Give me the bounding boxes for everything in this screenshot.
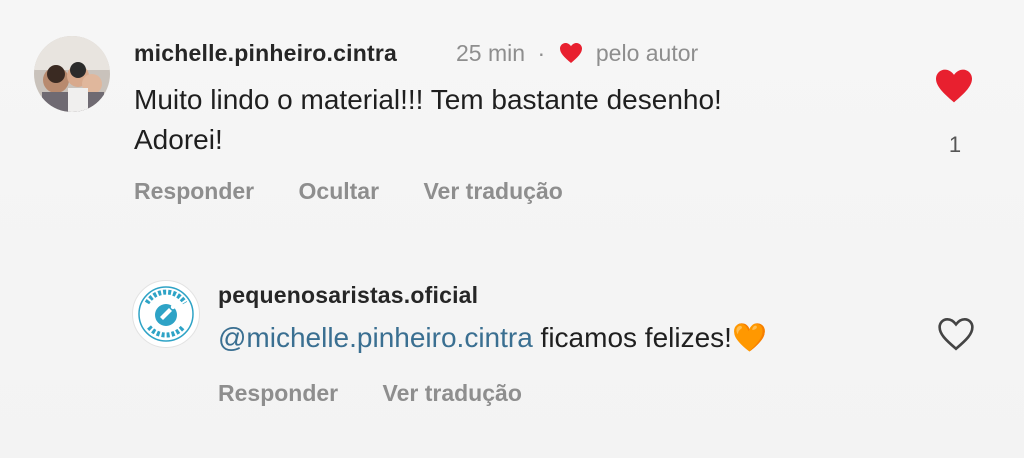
comment-text: Muito lindo o material!!! Tem bastante d… xyxy=(134,80,722,160)
translate-button[interactable]: Ver tradução xyxy=(383,380,522,406)
comment: michelle.pinheiro.cintra 25 min · pelo a… xyxy=(0,0,1024,240)
comment-text-line: Adorei! xyxy=(134,124,223,155)
avatar-photo xyxy=(34,36,110,112)
comment-text-line: Muito lindo o material!!! Tem bastante d… xyxy=(134,84,722,115)
reply-avatar[interactable] xyxy=(132,280,200,348)
reply-button[interactable]: Responder xyxy=(218,380,338,406)
reply-comment: pequenosaristas.oficial @michelle.pinhei… xyxy=(0,240,1024,458)
reply-text-content: ficamos felizes! xyxy=(532,322,732,353)
reply-text: @michelle.pinheiro.cintra ficamos felize… xyxy=(218,318,767,358)
reply-button[interactable]: Responder xyxy=(134,178,254,204)
translate-button[interactable]: Ver tradução xyxy=(423,178,562,204)
mention-link[interactable]: @michelle.pinheiro.cintra xyxy=(218,322,533,353)
comment-time: 25 min xyxy=(456,40,526,66)
like-heart-icon[interactable] xyxy=(934,68,974,109)
user-avatar[interactable] xyxy=(34,36,110,112)
comment-meta: 25 min · pelo autor xyxy=(456,40,698,70)
comment-actions: Responder Ocultar Ver tradução xyxy=(134,178,601,205)
reply-actions: Responder Ver tradução xyxy=(218,380,560,407)
orange-heart-emoji: 🧡 xyxy=(731,322,767,353)
pequenos-artistas-logo-icon xyxy=(135,283,197,345)
comment-username[interactable]: michelle.pinheiro.cintra xyxy=(134,40,397,67)
separator-dot: · xyxy=(537,40,546,66)
hide-button[interactable]: Ocultar xyxy=(299,178,380,204)
like-heart-outline-icon[interactable] xyxy=(936,316,976,357)
reply-username[interactable]: pequenosaristas.oficial xyxy=(218,282,478,309)
liked-by-author-label: pelo autor xyxy=(595,40,699,66)
like-count: 1 xyxy=(948,132,962,157)
author-liked-heart-icon xyxy=(558,42,584,70)
